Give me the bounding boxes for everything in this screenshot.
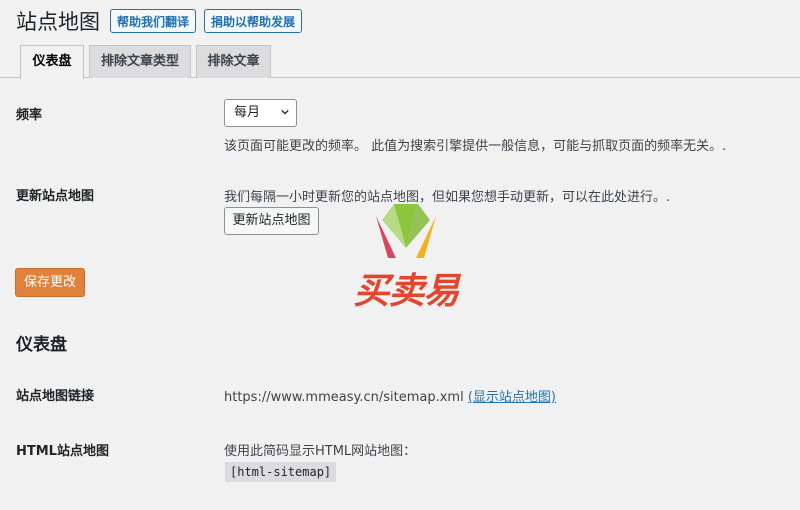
save-changes-button[interactable]: 保存更改 xyxy=(15,268,85,297)
frequency-label: 频率 xyxy=(16,108,43,123)
watermark-text: 买卖易 xyxy=(353,271,459,312)
sitemap-link-label: 站点地图链接 xyxy=(16,389,95,404)
page-header: 站点地图 帮助我们翻译 捐助以帮助发展 xyxy=(16,4,310,38)
show-sitemap-link[interactable]: (显示站点地图) xyxy=(468,390,556,405)
html-sitemap-shortcode: [html-sitemap] xyxy=(225,462,337,482)
frequency-description: 该页面可能更改的频率。 此值为搜索引擎提供一般信息，可能与抓取页面的频率无关。. xyxy=(224,139,727,154)
donate-button[interactable]: 捐助以帮助发展 xyxy=(204,9,303,33)
tab-exclude-posts[interactable]: 排除文章 xyxy=(196,45,271,78)
frequency-selected-value: 每月 xyxy=(234,105,261,120)
html-sitemap-label: HTML站点地图 xyxy=(16,444,109,459)
update-sitemap-label: 更新站点地图 xyxy=(16,189,95,204)
update-sitemap-button[interactable]: 更新站点地图 xyxy=(224,207,319,235)
tab-exclude-post-types[interactable]: 排除文章类型 xyxy=(89,45,191,78)
watermark-logo: 买卖易 xyxy=(336,198,476,313)
tab-bar: 仪表盘 排除文章类型 排除文章 xyxy=(0,44,800,79)
html-sitemap-description: 使用此简码显示HTML网站地图： xyxy=(224,444,417,459)
watermark-m-icon xyxy=(376,204,436,258)
chevron-down-icon xyxy=(281,109,289,115)
page-title: 站点地图 xyxy=(16,10,100,34)
sitemap-url: https://www.mmeasy.cn/sitemap.xml xyxy=(224,390,464,405)
help-translate-button[interactable]: 帮助我们翻译 xyxy=(110,9,197,33)
sitemap-url-row: https://www.mmeasy.cn/sitemap.xml (显示站点地… xyxy=(224,386,556,405)
frequency-select[interactable]: 每月 xyxy=(224,99,297,127)
tab-dashboard[interactable]: 仪表盘 xyxy=(20,45,84,79)
dashboard-section-title: 仪表盘 xyxy=(16,335,67,355)
